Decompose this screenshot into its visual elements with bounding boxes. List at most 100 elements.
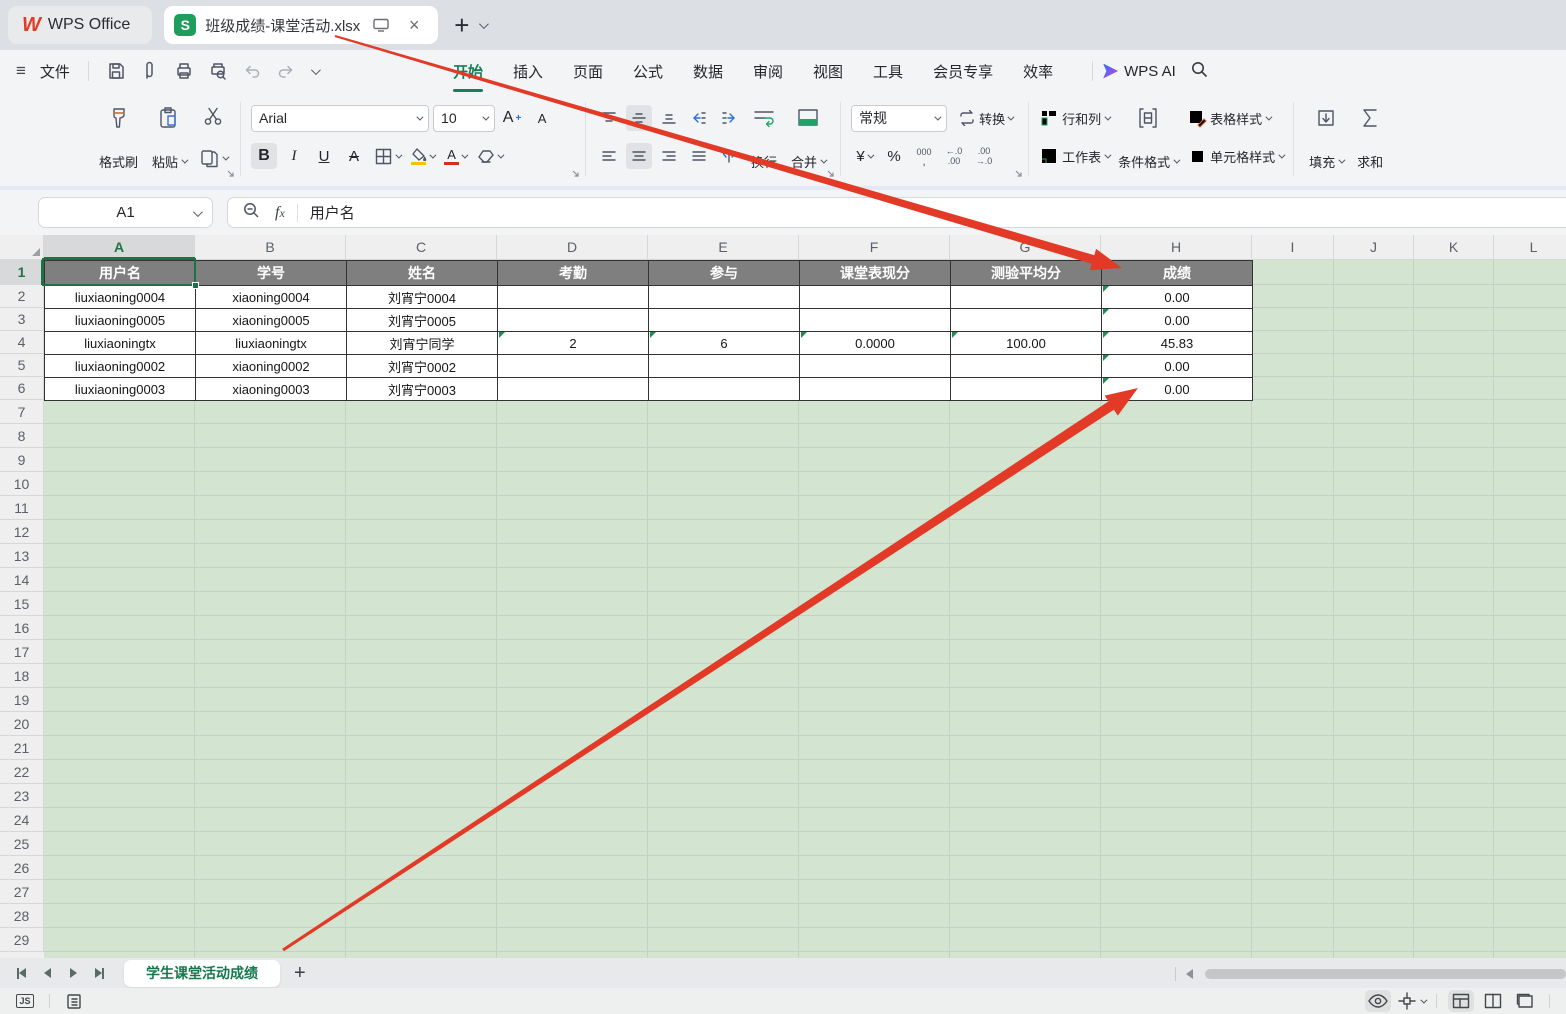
- macro-button[interactable]: JS: [12, 990, 38, 1012]
- table-cell[interactable]: [649, 355, 800, 378]
- table-header-cell[interactable]: 用户名: [45, 261, 196, 286]
- add-sheet-button[interactable]: +: [294, 962, 306, 985]
- text-orientation-button[interactable]: [716, 143, 742, 169]
- row-header-26[interactable]: 26: [0, 856, 44, 880]
- row-header-2[interactable]: 2: [0, 285, 44, 308]
- row-header-19[interactable]: 19: [0, 688, 44, 712]
- decrease-decimal-button[interactable]: .00→.0: [971, 143, 997, 169]
- align-bottom-button[interactable]: [656, 105, 682, 131]
- column-header-D[interactable]: D: [497, 235, 648, 260]
- row-header-21[interactable]: 21: [0, 736, 44, 760]
- row-header-9[interactable]: 9: [0, 448, 44, 472]
- quick-access-chevron-icon[interactable]: [311, 65, 321, 75]
- column-header-E[interactable]: E: [648, 235, 799, 260]
- last-sheet-button[interactable]: [86, 961, 112, 985]
- table-cell[interactable]: [649, 378, 800, 401]
- column-header-L[interactable]: L: [1494, 235, 1566, 260]
- table-cell[interactable]: [800, 378, 951, 401]
- paste-button[interactable]: 粘贴: [147, 101, 191, 173]
- table-cell[interactable]: [951, 378, 1102, 401]
- table-cell[interactable]: [649, 286, 800, 309]
- row-header-15[interactable]: 15: [0, 592, 44, 616]
- undo-button[interactable]: [237, 58, 267, 84]
- table-cell[interactable]: liuxiaoningtx: [196, 332, 347, 355]
- share-screen-icon[interactable]: [369, 13, 393, 37]
- search-icon[interactable]: [1190, 60, 1209, 83]
- table-cell[interactable]: [951, 286, 1102, 309]
- currency-button[interactable]: ¥: [851, 143, 877, 169]
- table-cell[interactable]: liuxiaoning0003: [45, 378, 196, 401]
- save-button[interactable]: [101, 58, 131, 84]
- alignment-dialog-launcher[interactable]: [827, 165, 835, 183]
- table-cell[interactable]: [800, 355, 951, 378]
- reading-mode-eye-button[interactable]: [1365, 990, 1391, 1012]
- clipboard-dialog-launcher[interactable]: [227, 165, 235, 183]
- page-layout-view-button[interactable]: [1512, 990, 1538, 1012]
- column-header-F[interactable]: F: [799, 235, 950, 260]
- wps-ai-button[interactable]: WPS AI: [1124, 63, 1176, 80]
- tab-home[interactable]: 开始: [438, 53, 498, 90]
- table-cell[interactable]: [498, 378, 649, 401]
- table-cell[interactable]: [951, 355, 1102, 378]
- table-cell[interactable]: xiaoning0002: [196, 355, 347, 378]
- column-header-J[interactable]: J: [1334, 235, 1414, 260]
- number-dialog-launcher[interactable]: [1015, 165, 1023, 183]
- tab-list-chevron-icon[interactable]: [479, 19, 489, 29]
- font-color-button[interactable]: A: [441, 143, 469, 169]
- tab-page[interactable]: 页面: [558, 53, 618, 90]
- row-header-11[interactable]: 11: [0, 496, 44, 520]
- table-cell[interactable]: 0.00: [1102, 286, 1253, 309]
- table-header-cell[interactable]: 参与: [649, 261, 800, 286]
- convert-button[interactable]: 转换: [951, 105, 1018, 131]
- justify-button[interactable]: [686, 143, 712, 169]
- table-header-cell[interactable]: 学号: [196, 261, 347, 286]
- column-header-H[interactable]: H: [1101, 235, 1252, 260]
- table-cell[interactable]: [800, 286, 951, 309]
- export-pdf-button[interactable]: [135, 58, 165, 84]
- table-header-cell[interactable]: 成绩: [1102, 261, 1253, 286]
- row-header-22[interactable]: 22: [0, 760, 44, 784]
- tab-review[interactable]: 审阅: [738, 53, 798, 90]
- row-header-4[interactable]: 4: [0, 331, 44, 354]
- zoom-search-icon[interactable]: [242, 201, 261, 224]
- rows-columns-button[interactable]: 行和列: [1039, 103, 1109, 133]
- page-break-view-button[interactable]: [1480, 990, 1506, 1012]
- table-cell[interactable]: 2: [498, 332, 649, 355]
- row-header-3[interactable]: 3: [0, 308, 44, 331]
- align-right-button[interactable]: [656, 143, 682, 169]
- row-header-17[interactable]: 17: [0, 640, 44, 664]
- fill-color-button[interactable]: [407, 143, 437, 169]
- table-cell[interactable]: 刘宵宁0005: [347, 309, 498, 332]
- table-cell[interactable]: 45.83: [1102, 332, 1253, 355]
- table-cell[interactable]: 刘宵宁同学: [347, 332, 498, 355]
- row-header-27[interactable]: 27: [0, 880, 44, 904]
- row-header-16[interactable]: 16: [0, 616, 44, 640]
- borders-button[interactable]: [371, 143, 403, 169]
- align-left-button[interactable]: [596, 143, 622, 169]
- strikethrough-button[interactable]: A: [341, 143, 367, 169]
- table-header-cell[interactable]: 课堂表现分: [800, 261, 951, 286]
- bold-button[interactable]: B: [251, 143, 277, 169]
- cell-style-button[interactable]: 单元格样式: [1187, 141, 1283, 171]
- cut-button[interactable]: [195, 103, 230, 129]
- table-style-button[interactable]: 表格样式: [1187, 103, 1283, 133]
- formula-input[interactable]: fx 用户名: [227, 197, 1566, 228]
- row-header-8[interactable]: 8: [0, 424, 44, 448]
- tab-data[interactable]: 数据: [678, 53, 738, 90]
- table-cell[interactable]: 刘宵宁0002: [347, 355, 498, 378]
- increase-indent-button[interactable]: [716, 105, 742, 131]
- row-header-7[interactable]: 7: [0, 400, 44, 424]
- italic-button[interactable]: I: [281, 143, 307, 169]
- increase-decimal-button[interactable]: ←.0.00: [941, 143, 967, 169]
- table-cell[interactable]: liuxiaoning0005: [45, 309, 196, 332]
- table-cell[interactable]: [951, 309, 1102, 332]
- table-cell[interactable]: 0.00: [1102, 309, 1253, 332]
- select-all-corner[interactable]: [0, 235, 44, 260]
- decrease-font-button[interactable]: A: [529, 105, 555, 131]
- table-cell[interactable]: [498, 286, 649, 309]
- table-cell[interactable]: 0.00: [1102, 378, 1253, 401]
- row-header-14[interactable]: 14: [0, 568, 44, 592]
- table-cell[interactable]: 0.0000: [800, 332, 951, 355]
- scroll-left-icon[interactable]: [1186, 969, 1193, 979]
- tab-formula[interactable]: 公式: [618, 53, 678, 90]
